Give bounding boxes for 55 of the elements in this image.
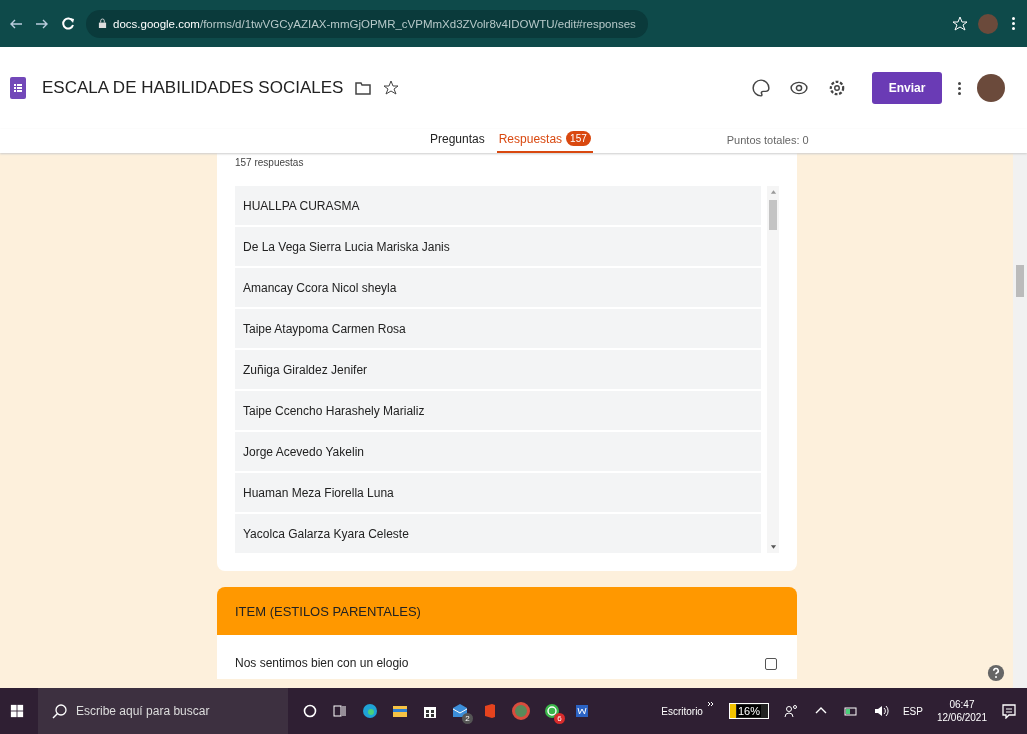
notifications-icon[interactable]	[1001, 703, 1017, 719]
response-count: 157 respuestas	[235, 157, 305, 168]
speaker-icon[interactable]	[872, 703, 889, 719]
folder-icon[interactable]	[355, 80, 372, 96]
windows-start-icon[interactable]	[10, 704, 24, 718]
respondent-item[interactable]: Huaman Meza Fiorella Luna	[235, 473, 761, 512]
search-icon	[52, 703, 68, 719]
notification-badge: 2	[462, 713, 473, 724]
clock[interactable]: 06:47 12/06/2021	[936, 698, 987, 724]
mail-icon[interactable]	[452, 703, 468, 719]
eye-icon[interactable]	[790, 79, 808, 97]
battery-indicator[interactable]: 16%	[728, 703, 769, 719]
total-points: Puntos totales: 0	[726, 134, 809, 148]
lock-icon	[98, 18, 107, 29]
respondent-item[interactable]: Taipe Ataypoma Carmen Rosa	[235, 309, 761, 348]
address-bar[interactable]: docs.google.com/forms/d/1twVGCyAZIAX-mmGjOPMR_cVPMmXd3ZVolr8v4IDOWTU/edit#responses	[86, 9, 648, 38]
profile-avatar[interactable]	[977, 74, 1005, 102]
help-icon[interactable]	[987, 664, 1005, 682]
reload-icon[interactable]	[60, 15, 76, 32]
respondent-item[interactable]: HUALLPA CURASMA	[235, 186, 761, 225]
cortana-icon[interactable]	[302, 703, 318, 719]
star-icon[interactable]	[383, 80, 400, 96]
respondent-item[interactable]: Taipe Ccencho Harashely Marializ	[235, 391, 761, 430]
people-icon[interactable]	[782, 703, 799, 719]
notification-badge: 6	[554, 713, 565, 724]
forms-logo-icon[interactable]	[10, 77, 26, 99]
respondent-item[interactable]: Zuñiga Giraldez Jenifer	[235, 350, 761, 389]
section-header: ITEM (ESTILOS PARENTALES)	[217, 587, 797, 635]
page-scrollbar[interactable]	[1013, 153, 1027, 688]
tab[interactable]: Preguntas	[428, 131, 487, 153]
settings-icon[interactable]	[828, 79, 846, 97]
desktop-label[interactable]: Escritorio	[661, 705, 703, 717]
scroll-down-icon[interactable]	[769, 544, 777, 550]
scrollbar-thumb[interactable]	[1016, 265, 1024, 297]
taskbar-search-field[interactable]: Escribe aquí para buscar	[38, 688, 288, 734]
scrollbar[interactable]	[767, 186, 779, 553]
scroll-up-icon[interactable]	[769, 189, 777, 195]
respondent-item[interactable]: De La Vega Sierra Lucia Mariska Janis	[235, 227, 761, 266]
language-indicator[interactable]: ESP	[902, 705, 923, 717]
chat-icon[interactable]	[544, 703, 560, 719]
respondent-item[interactable]: Jorge Acevedo Yakelin	[235, 432, 761, 471]
word-icon[interactable]	[574, 703, 590, 719]
respondent-item[interactable]: Yacolca Galarza Kyara Celeste	[235, 514, 761, 553]
question-text: Nos sentimos bien con un elogio	[235, 657, 409, 669]
chevron-icon[interactable]	[706, 701, 715, 707]
star-icon[interactable]	[952, 15, 968, 32]
palette-icon[interactable]	[752, 79, 770, 97]
file-explorer-icon[interactable]	[392, 703, 408, 719]
respondent-item[interactable]: Amancay Ccora Nicol sheyla	[235, 268, 761, 307]
task-view-icon[interactable]	[332, 703, 348, 719]
count-badge: 157	[566, 131, 591, 146]
send-button[interactable]: Enviar	[872, 72, 942, 104]
form-title[interactable]: ESCALA DE HABILIDADES SOCIALES	[42, 78, 344, 98]
checkbox-icon	[765, 658, 777, 670]
scrollbar-thumb[interactable]	[769, 200, 777, 230]
